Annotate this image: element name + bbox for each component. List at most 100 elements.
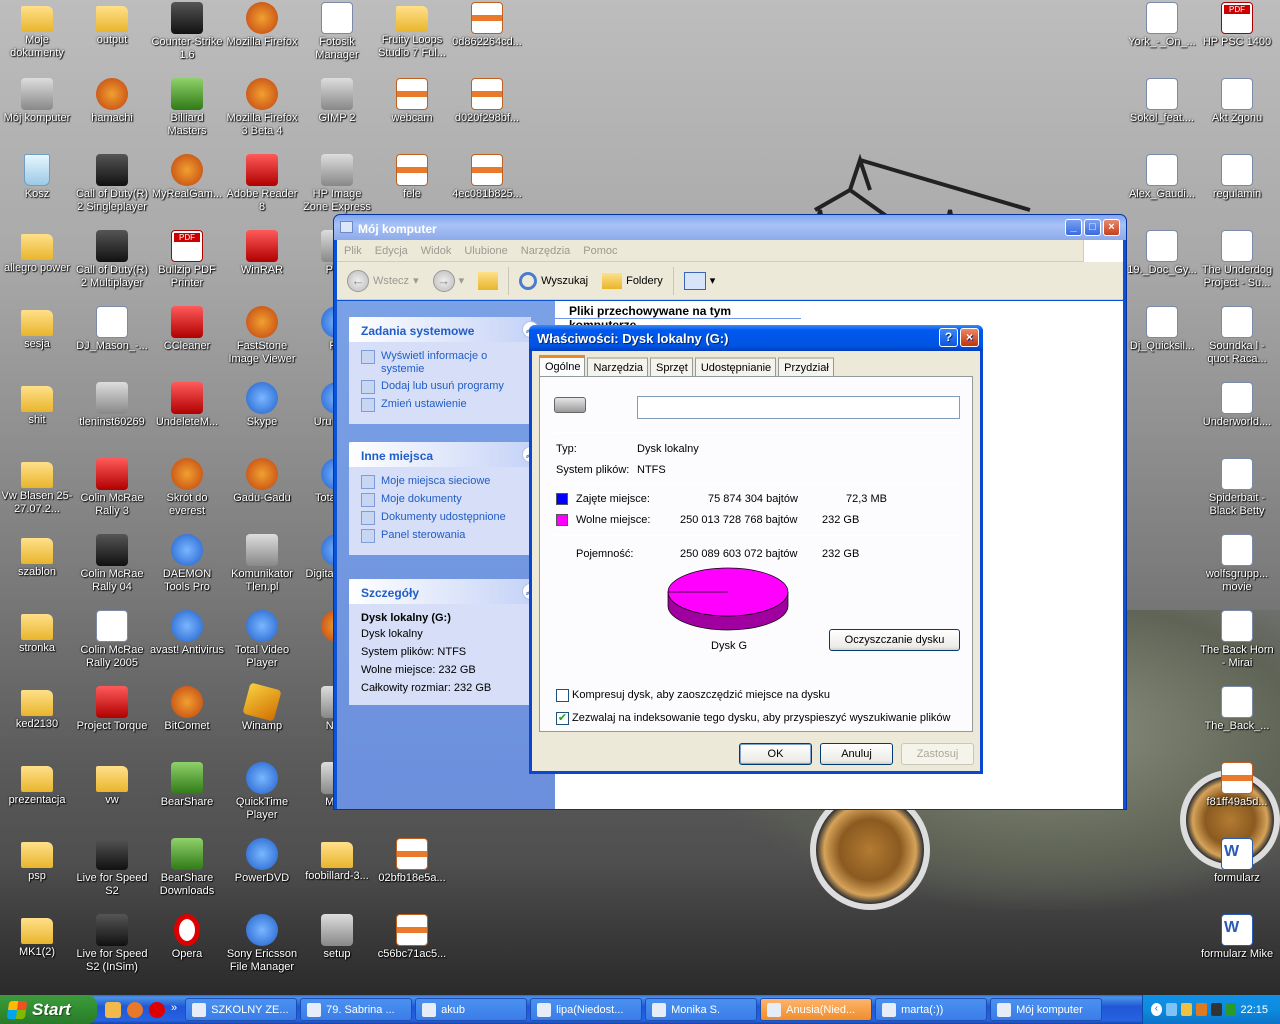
desktop-icon[interactable]: wolfsgrupp... movie (1200, 534, 1274, 594)
desktop-icon[interactable]: Komunikator Tlen.pl (225, 534, 299, 594)
desktop-icon[interactable]: Live for Speed S2 (75, 838, 149, 898)
desktop-icon[interactable]: Alex_Gaudi... (1125, 154, 1199, 201)
taskbar-button[interactable]: Monika S. (645, 998, 758, 1021)
network-places-link[interactable]: Moje miejsca sieciowe (361, 475, 521, 489)
views-button[interactable]: ▾ (680, 270, 720, 292)
desktop-icon[interactable]: Project Torque (75, 686, 149, 733)
desktop-icon[interactable]: Live for Speed S2 (InSim) (75, 914, 149, 974)
desktop-icon[interactable]: Billiard Masters (150, 78, 224, 138)
desktop-icon[interactable]: Winamp (225, 682, 299, 733)
dialog-close-button[interactable]: × (960, 328, 979, 347)
taskbar-button[interactable]: akub (415, 998, 528, 1021)
desktop-icon[interactable]: Fotosik Manager (300, 2, 374, 62)
desktop-icon[interactable]: Adobe Reader 8 (225, 154, 299, 214)
desktop-icon[interactable]: DJ_Mason_-... (75, 306, 149, 353)
desktop-icon[interactable]: PowerDVD (225, 838, 299, 885)
desktop-icon[interactable]: shit (0, 382, 74, 427)
drive-name-input[interactable] (637, 396, 960, 419)
help-button[interactable]: ? (939, 328, 958, 347)
desktop-icon[interactable]: York_-_On_... (1125, 2, 1199, 49)
desktop-icon[interactable]: Dj_Quicksil... (1125, 306, 1199, 353)
ok-button[interactable]: OK (739, 743, 812, 765)
menu-file[interactable]: Plik (344, 245, 362, 257)
desktop-icon[interactable]: regulamin (1200, 154, 1274, 201)
gadu-tray-icon[interactable] (1180, 1003, 1192, 1016)
desktop-icon[interactable]: 4ec081b825... (450, 154, 524, 201)
compress-checkbox[interactable] (556, 689, 569, 702)
desktop-icon[interactable]: The Underdog Project - Su... (1200, 230, 1274, 290)
control-panel-link[interactable]: Panel sterowania (361, 529, 521, 543)
desktop-icon[interactable]: Bullzip PDF Printer (150, 230, 224, 290)
desktop-icon[interactable]: prezentacja (0, 762, 74, 807)
start-button[interactable]: Start (0, 995, 97, 1024)
desktop-icon[interactable]: DAEMON Tools Pro (150, 534, 224, 594)
desktop-icon[interactable]: formularz (1200, 838, 1274, 885)
desktop-icon[interactable]: f81ff49a5d... (1200, 762, 1274, 809)
desktop-icon[interactable]: Skype (225, 382, 299, 429)
dialog-titlebar[interactable]: Właściwości: Dysk lokalny (G:) ? × (529, 325, 983, 351)
desktop-icon[interactable]: Total Video Player (225, 610, 299, 670)
close-button[interactable]: × (1103, 219, 1120, 236)
desktop-icon[interactable]: Call of Duty(R) 2 Singleplayer (75, 154, 149, 214)
back-button[interactable]: ← Wstecz ▾ (343, 268, 423, 294)
skype-tray-icon[interactable] (1225, 1003, 1237, 1016)
tray-expand-icon[interactable]: ‹ (1151, 1003, 1162, 1016)
desktop-icon[interactable]: The Back Horn - Mirai (1200, 610, 1274, 670)
desktop-icon[interactable]: Colin McRae Rally 2005 (75, 610, 149, 670)
desktop-icon[interactable]: 19._Doc_Gy... (1125, 230, 1199, 277)
drive-properties-dialog[interactable]: Właściwości: Dysk lokalny (G:) ? × Ogóln… (529, 325, 983, 774)
desktop-icon[interactable]: HP PSC 1400 (1200, 2, 1274, 49)
desktop-icon[interactable]: WinRAR (225, 230, 299, 277)
desktop-icon[interactable]: Kosz (0, 154, 74, 201)
menu-favorites[interactable]: Ulubione (464, 245, 507, 257)
view-system-info-link[interactable]: Wyświetl informacje o systemie (361, 350, 521, 376)
maximize-button[interactable]: □ (1084, 219, 1101, 236)
shared-documents-link[interactable]: Dokumenty udostępnione (361, 511, 521, 525)
desktop-icon[interactable]: MyRealGam... (150, 154, 224, 201)
search-button[interactable]: Wyszukaj (515, 270, 592, 292)
desktop-icon[interactable]: Fruity Loops Studio 7 Ful... (375, 2, 449, 60)
desktop-icon[interactable]: Vw Blasen 25-27.07.2... (0, 458, 74, 516)
tab-sharing[interactable]: Udostępnianie (694, 357, 777, 378)
desktop-icon[interactable]: Akt Zgonu (1200, 78, 1274, 125)
desktop-icon[interactable]: formularz Mike (1200, 914, 1274, 961)
details-header[interactable]: Szczegóły ︽ (349, 579, 539, 604)
desktop-icon[interactable]: sesja (0, 306, 74, 351)
menu-view[interactable]: Widok (421, 245, 452, 257)
tab-general[interactable]: Ogólne (539, 355, 586, 378)
desktop-icon[interactable]: hamachi (75, 78, 149, 125)
desktop-icon[interactable]: Soundka l - quot Raca... (1200, 306, 1274, 366)
desktop-icon[interactable]: BearShare (150, 762, 224, 809)
tab-tools[interactable]: Narzędzia (587, 357, 649, 378)
desktop-icon[interactable]: szablon (0, 534, 74, 579)
desktop-icon[interactable]: Colin McRae Rally 3 (75, 458, 149, 518)
other-places-header[interactable]: Inne miejsca ︽ (349, 442, 539, 467)
quicklaunch-more-button[interactable]: » (171, 1002, 177, 1018)
network-tray-icon[interactable] (1165, 1003, 1177, 1016)
desktop-icon[interactable]: Counter-Strike 1.6 (150, 2, 224, 62)
desktop-icon[interactable]: FastStone Image Viewer (225, 306, 299, 366)
desktop-icon[interactable]: MK1(2) (0, 914, 74, 959)
desktop-icon[interactable]: HP Image Zone Express (300, 154, 374, 214)
desktop-icon[interactable]: c56bc71ac5... (375, 914, 449, 961)
avast-tray-icon[interactable] (1195, 1003, 1207, 1016)
desktop-icon[interactable]: fele (375, 154, 449, 201)
desktop-icon[interactable]: output (75, 2, 149, 47)
apply-button[interactable]: Zastosuj (901, 743, 974, 765)
disk-cleanup-button[interactable]: Oczyszczanie dysku (829, 629, 960, 651)
menu-tools[interactable]: Narzędzia (521, 245, 571, 257)
taskbar-button[interactable]: lipa(Niedost... (530, 998, 643, 1021)
change-setting-link[interactable]: Zmień ustawienie (361, 398, 521, 412)
desktop-icon[interactable]: Moje dokumenty (0, 2, 74, 60)
taskbar-button[interactable]: SZKOLNY ZE... (185, 998, 298, 1021)
desktop-icon[interactable]: CCleaner (150, 306, 224, 353)
menu-help[interactable]: Pomoc (583, 245, 617, 257)
desktop-icon[interactable]: tleninst60269 (75, 382, 149, 429)
desktop-icon[interactable]: setup (300, 914, 374, 961)
taskbar-button[interactable]: 79. Sabrina ... (300, 998, 413, 1021)
explorer-titlebar[interactable]: Mój komputer _ □ × (334, 215, 1126, 240)
desktop-icon[interactable]: Gadu-Gadu (225, 458, 299, 505)
tab-quota[interactable]: Przydział (778, 357, 834, 378)
desktop-icon[interactable]: vw (75, 762, 149, 807)
desktop-icon[interactable]: BearShare Downloads (150, 838, 224, 898)
